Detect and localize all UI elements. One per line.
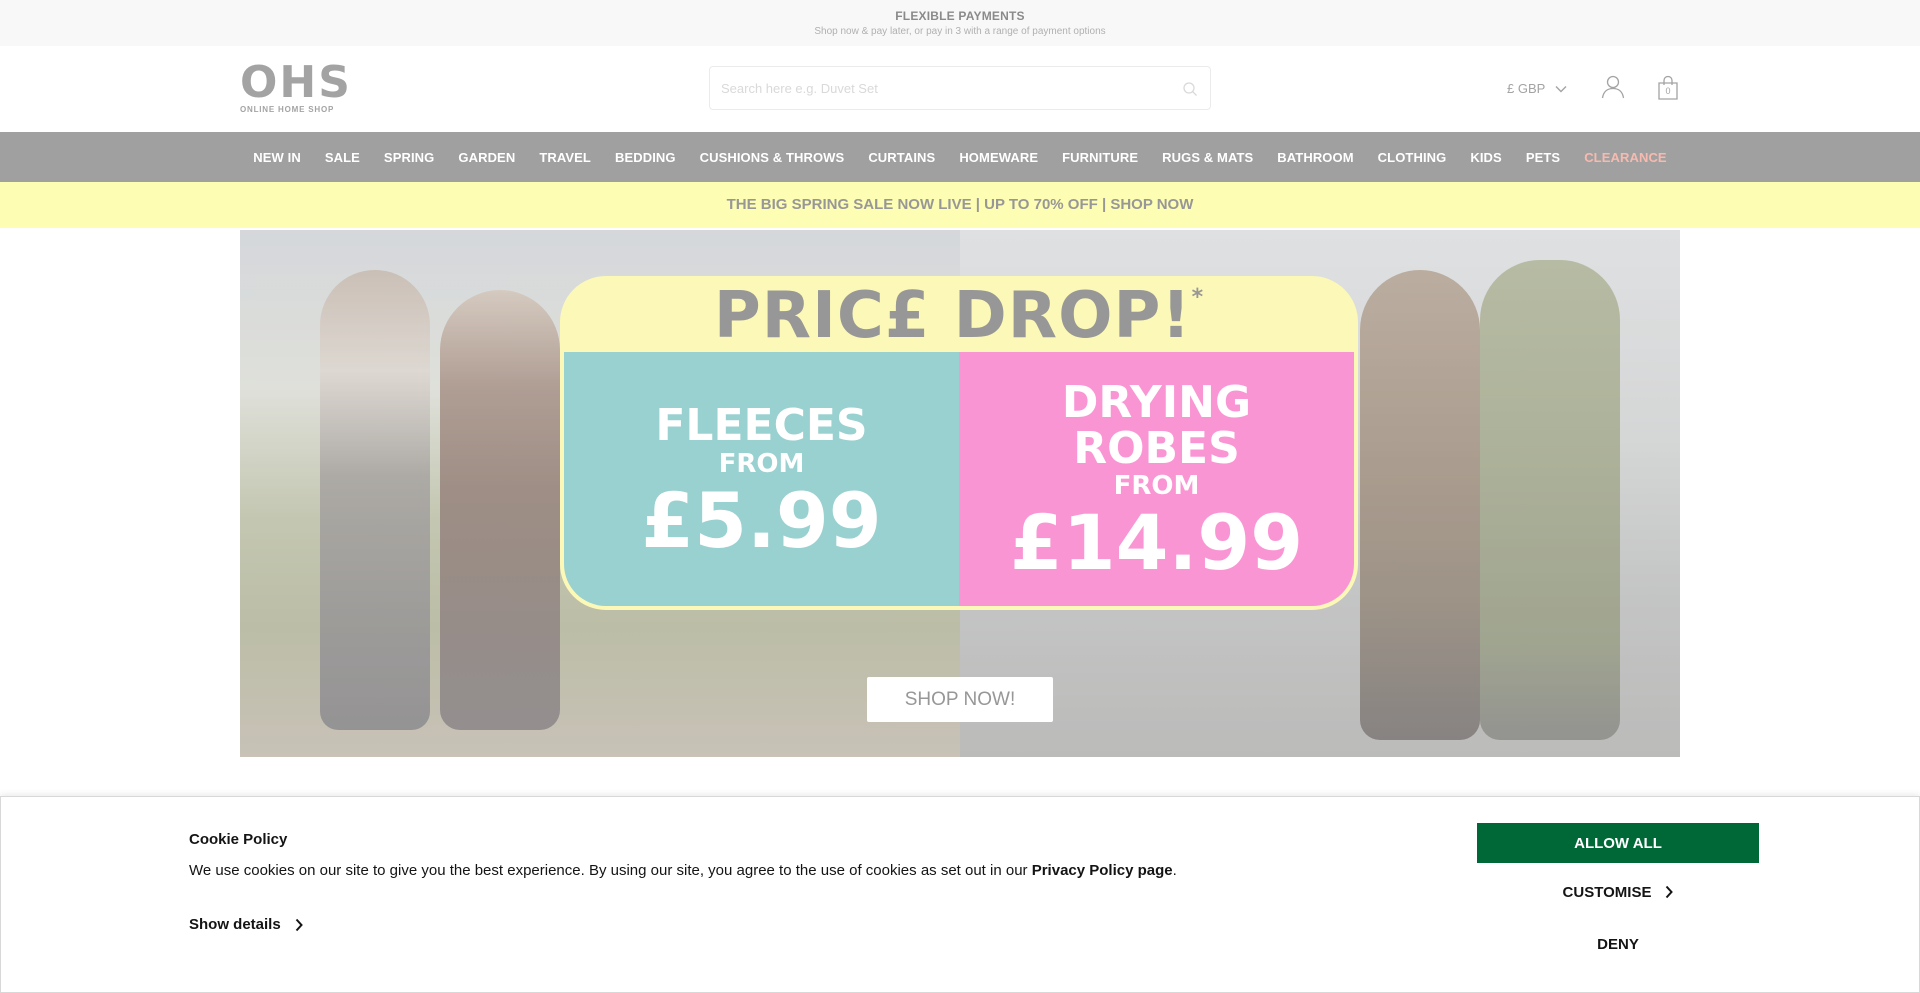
nav-item-new-in[interactable]: NEW IN [241,150,313,165]
chevron-right-icon [1666,885,1674,899]
promo-title: FLEXIBLE PAYMENTS [895,9,1025,23]
nav-item-furniture[interactable]: FURNITURE [1050,150,1150,165]
nav-item-rugs-mats[interactable]: RUGS & MATS [1150,150,1265,165]
nav-item-bedding[interactable]: BEDDING [603,150,688,165]
chevron-right-icon [295,918,303,931]
nav-item-pets[interactable]: PETS [1514,150,1572,165]
spring-sale-banner[interactable]: THE BIG SPRING SALE NOW LIVE | UP TO 70%… [0,182,1920,228]
nav-item-clearance[interactable]: CLEARANCE [1572,150,1679,165]
price-drop-headline: PRIC£ DROP!* [564,280,1354,352]
currency-label: £ GBP [1507,81,1546,96]
drying-label: DRYING [1061,377,1252,428]
nav-item-clothing[interactable]: CLOTHING [1366,150,1459,165]
cookie-title: Cookie Policy [189,831,288,848]
site-logo[interactable]: OHS ONLINE HOME SHOP [240,57,352,115]
cookie-text-after: . [1172,862,1177,879]
privacy-policy-link[interactable]: Privacy Policy page [1032,862,1173,879]
search-input[interactable] [710,67,1150,109]
from-label: FROM [718,449,805,479]
main-navigation: NEW IN SALE SPRING GARDEN TRAVEL BEDDING… [0,132,1920,182]
headline-text: PRIC£ DROP! [713,279,1192,353]
search-box [709,66,1211,110]
model-figure [440,290,560,730]
hero-banner[interactable]: PRIC£ DROP!* FLEECES FROM £5.99 DRYING R… [240,230,1680,757]
deny-button[interactable]: DENY [1477,929,1759,959]
show-details-label: Show details [189,916,281,933]
price-drop-card: PRIC£ DROP!* FLEECES FROM £5.99 DRYING R… [560,276,1358,610]
nav-item-sale[interactable]: SALE [313,150,372,165]
customise-label: CUSTOMISE [1562,883,1652,901]
model-figure [320,270,430,730]
account-icon[interactable] [1600,74,1626,100]
nav-item-travel[interactable]: TRAVEL [527,150,603,165]
fleeces-offer: FLEECES FROM £5.99 [564,352,959,606]
model-figure [1360,270,1480,740]
payment-promo-strip: FLEXIBLE PAYMENTS Shop now & pay later, … [0,0,1920,46]
nav-item-garden[interactable]: GARDEN [446,150,527,165]
fleeces-label: FLEECES [655,400,868,451]
fleeces-price: £5.99 [641,476,882,565]
cookie-description: We use cookies on our site to give you t… [189,862,1177,879]
site-header: OHS ONLINE HOME SHOP £ GBP 0 [0,46,1920,132]
robes-label: ROBES [1073,423,1240,474]
nav-item-homeware[interactable]: HOMEWARE [947,150,1050,165]
logo-mark: OHS [240,57,352,108]
promo-subtitle: Shop now & pay later, or pay in 3 with a… [814,26,1106,37]
search-icon[interactable] [1182,81,1198,97]
allow-all-button[interactable]: ALLOW ALL [1477,823,1759,863]
chevron-down-icon [1555,85,1567,92]
headline-asterisk: * [1191,285,1205,310]
nav-item-spring[interactable]: SPRING [372,150,446,165]
from-label: FROM [1113,471,1200,501]
robes-price: £14.99 [1009,498,1304,587]
show-details-toggle[interactable]: Show details [189,916,303,933]
shop-now-button[interactable]: SHOP NOW! [867,677,1053,722]
currency-selector[interactable]: £ GBP [1507,81,1567,96]
nav-item-curtains[interactable]: CURTAINS [856,150,947,165]
cookie-consent-banner: Cookie Policy We use cookies on our site… [0,796,1920,993]
nav-item-kids[interactable]: KIDS [1458,150,1513,165]
cookie-text-before: We use cookies on our site to give you t… [189,862,1032,879]
bag-count: 0 [1665,86,1671,96]
model-figure [1480,260,1620,740]
drying-robes-offer: DRYING ROBES FROM £14.99 [959,352,1354,606]
nav-item-cushions-throws[interactable]: CUSHIONS & THROWS [688,150,857,165]
nav-item-bathroom[interactable]: BATHROOM [1265,150,1365,165]
customise-button[interactable]: CUSTOMISE [1477,877,1759,907]
